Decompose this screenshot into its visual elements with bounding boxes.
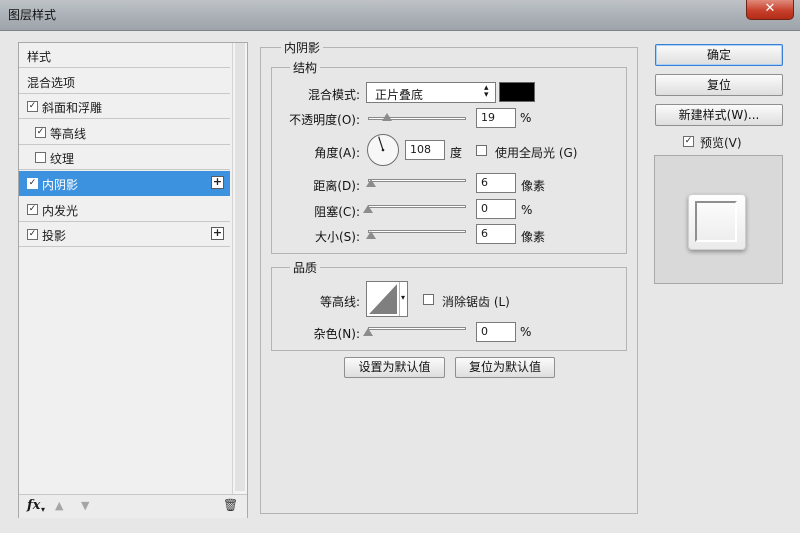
distance-slider-knob[interactable] — [365, 179, 376, 187]
noise-slider-knob[interactable] — [363, 328, 373, 336]
noise-input[interactable]: 0 — [476, 322, 516, 342]
style-item-label: 内阴影 — [42, 178, 79, 192]
style-item-label: 混合选项 — [27, 75, 76, 90]
reset-to-default-button[interactable]: 复位为默认值 — [455, 357, 555, 378]
contour-label: 等高线: — [319, 295, 360, 309]
style-item-label: 纹理 — [50, 152, 75, 167]
angle-input[interactable]: 108 — [405, 140, 445, 160]
style-list-panel: 样式混合选项 ✓ 斜面和浮雕 ✓ 等高线纹理 ✓ 内阴影 + ✓ 内发光 ✓ 投影 + fx ▾ ▲ ▼… — [18, 42, 248, 518]
size-slider[interactable] — [368, 230, 466, 233]
preview-inner-bevel — [695, 201, 737, 242]
style-item-label: 投影 — [42, 229, 67, 244]
distance-label: 距离(D): — [313, 179, 360, 193]
opacity-input[interactable]: 19 — [476, 108, 516, 128]
distance-input[interactable]: 6 — [476, 173, 516, 193]
style-list-item[interactable]: 混合选项 — [19, 68, 230, 94]
style-preview — [654, 155, 783, 284]
contour-picker[interactable]: ▾ — [366, 281, 408, 317]
choke-slider-knob[interactable] — [363, 205, 373, 213]
blend-color-fill — [500, 83, 534, 101]
angle-unit: 度 — [450, 146, 463, 160]
style-list-item[interactable]: ✓ 内阴影 + — [19, 171, 230, 196]
anti-alias-label: 消除锯齿 (L) — [442, 295, 510, 309]
style-item-checkbox[interactable]: ✓ — [27, 203, 38, 215]
angle-label: 角度(A): — [314, 146, 360, 160]
title-bar — [0, 0, 800, 31]
close-button[interactable]: ✕ — [746, 0, 794, 20]
blend-mode-select[interactable]: 正片叠底 ▴ ▾ — [366, 82, 496, 103]
structure-title: 结构 — [290, 59, 321, 76]
window-title: 图层样式 — [8, 8, 57, 22]
preview-checkbox[interactable]: ✓ — [683, 136, 694, 147]
choke-slider[interactable] — [368, 205, 466, 208]
size-unit: 像素 — [521, 230, 546, 244]
style-list-item[interactable]: ✓ 投影 + — [19, 222, 230, 248]
choke-unit: % — [521, 203, 533, 217]
opacity-unit: % — [520, 111, 532, 125]
style-item-checkbox[interactable]: ✓ — [27, 178, 38, 189]
distance-slider[interactable] — [368, 179, 466, 182]
contour-dropdown[interactable]: ▾ — [399, 282, 408, 316]
size-input[interactable]: 6 — [476, 224, 516, 244]
style-item-label: 样式 — [27, 50, 52, 64]
ok-button[interactable]: 确定 — [655, 44, 783, 66]
reset-button[interactable]: 复位 — [655, 74, 783, 96]
size-label: 大小(S): — [314, 230, 360, 244]
style-item-checkbox[interactable]: ✓ — [35, 126, 46, 138]
noise-slider[interactable] — [368, 327, 466, 330]
move-down-icon[interactable]: ▼ — [81, 499, 89, 512]
updown-arrows-icon: ▴ ▾ — [484, 83, 489, 100]
style-item-checkbox[interactable] — [35, 152, 46, 164]
new-style-button[interactable]: 新建样式(W)... — [655, 104, 783, 126]
distance-unit: 像素 — [521, 179, 546, 193]
choke-label: 阻塞(C): — [314, 205, 360, 219]
style-item-label: 内发光 — [42, 203, 79, 218]
chevron-down-icon: ▾ — [401, 293, 406, 302]
style-item-label: 等高线 — [50, 126, 87, 141]
opacity-label: 不透明度(O): — [289, 113, 360, 127]
noise-label: 杂色(N): — [313, 327, 360, 341]
style-item-checkbox[interactable]: ✓ — [27, 101, 38, 113]
global-light-checkbox[interactable] — [476, 145, 487, 156]
add-effect-icon[interactable]: + — [211, 176, 224, 189]
anti-alias-checkbox[interactable] — [423, 294, 434, 305]
blend-color-swatch[interactable] — [499, 82, 535, 102]
move-up-icon[interactable]: ▲ — [55, 499, 63, 512]
inner-shadow-title: 内阴影 — [281, 39, 324, 56]
fx-icon[interactable]: fx — [27, 498, 40, 513]
opacity-slider-knob[interactable] — [381, 113, 392, 121]
style-list-item[interactable]: ✓ 斜面和浮雕 — [19, 94, 230, 120]
make-default-button[interactable]: 设置为默认值 — [344, 357, 445, 378]
style-item-label: 斜面和浮雕 — [42, 101, 103, 116]
angle-dial[interactable] — [366, 133, 400, 167]
quality-title: 品质 — [290, 259, 321, 276]
style-list-toolbar: fx ▾ ▲ ▼ 🗑 — [19, 494, 247, 518]
linear-contour-icon — [369, 284, 397, 314]
preview-swatch — [688, 194, 746, 250]
blend-mode-value: 正片叠底 — [375, 88, 424, 102]
style-list-item[interactable]: 样式 — [19, 43, 230, 68]
trash-icon[interactable]: 🗑 — [223, 498, 238, 512]
style-list-item[interactable]: ✓ 等高线 — [19, 119, 230, 145]
blend-mode-label: 混合模式: — [307, 88, 360, 102]
style-list-item[interactable]: ✓ 内发光 — [19, 196, 230, 222]
scrollbar-thumb[interactable] — [235, 43, 245, 491]
preview-label: 预览(V) — [700, 136, 742, 150]
style-list-item[interactable]: 纹理 — [19, 145, 230, 171]
choke-input[interactable]: 0 — [476, 199, 516, 219]
global-light-label: 使用全局光 (G) — [495, 146, 578, 160]
add-effect-icon[interactable]: + — [211, 227, 224, 241]
noise-unit: % — [520, 325, 532, 339]
size-slider-knob[interactable] — [365, 231, 376, 239]
style-item-checkbox[interactable]: ✓ — [27, 229, 38, 241]
fx-dropdown-indicator: ▾ — [41, 505, 46, 514]
